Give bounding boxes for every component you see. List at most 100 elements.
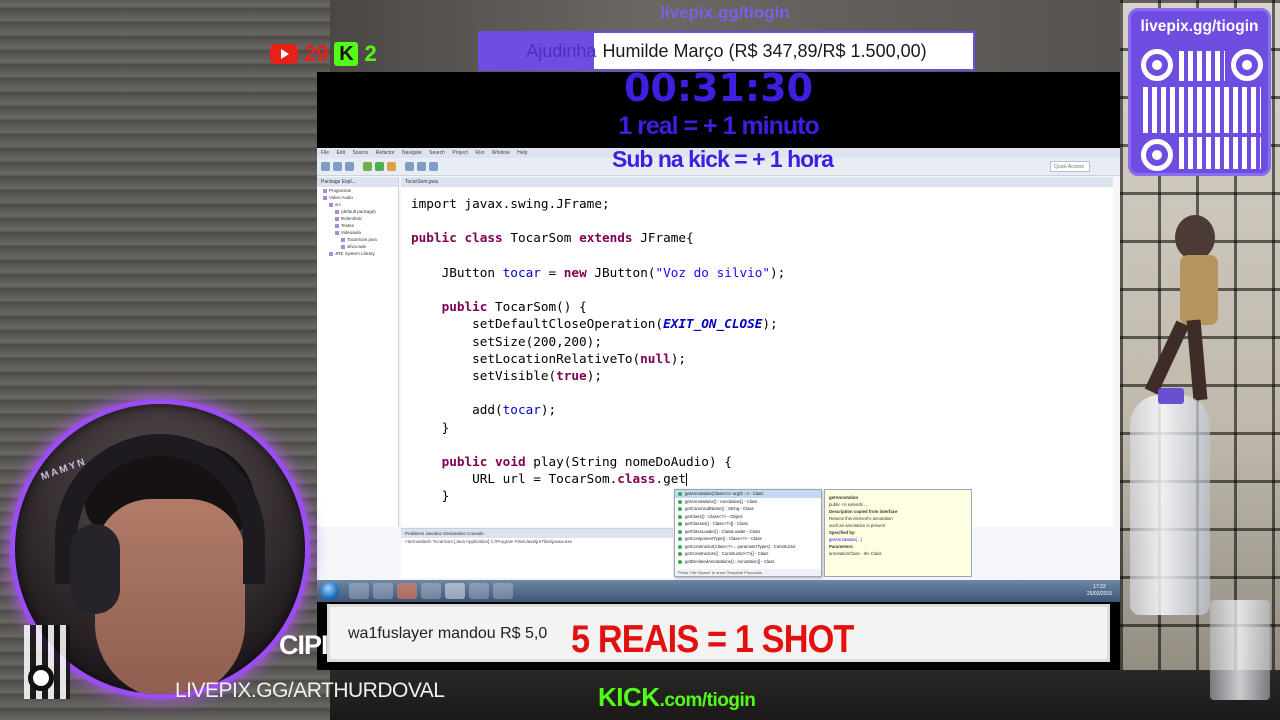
kick-url-suffix: .com/tiogin <box>659 690 756 711</box>
tree-item[interactable]: silvio.wav <box>317 243 398 250</box>
goal-label: Ajudinha <box>526 40 597 61</box>
media-taskbar-icon[interactable] <box>373 583 393 599</box>
kick-viewer-count: 2 <box>364 41 377 66</box>
menu-item[interactable]: Window <box>492 150 510 156</box>
autocomplete-item[interactable]: getConstructors() : Constructor<?>[] - C… <box>675 550 821 558</box>
autocomplete-item[interactable]: getDeclaredAnnotations() : Annotation[] … <box>675 558 821 566</box>
menu-item[interactable]: Help <box>517 150 527 156</box>
library-icon <box>329 251 333 256</box>
folder-icon <box>329 202 333 207</box>
autocomplete-footer: Press 'Ctrl+Space' to show Template Prop… <box>675 569 821 576</box>
tree-item[interactable]: src <box>317 201 398 208</box>
code-line: public class TocarSom extends JFrame{ <box>411 230 694 246</box>
shot-rule-text: 5 REAIS = 1 SHOT <box>571 618 854 661</box>
open-type-icon[interactable] <box>417 162 426 171</box>
autocomplete-item[interactable]: getAnnotations() : Annotation[] - Class <box>675 498 821 506</box>
system-clock[interactable]: 17:22 25/03/2015 <box>1087 584 1112 598</box>
app-taskbar-icon[interactable] <box>493 583 513 599</box>
project-icon <box>323 188 327 193</box>
package-icon <box>335 230 339 235</box>
text-cursor <box>686 473 688 487</box>
menu-item[interactable]: File <box>321 150 329 156</box>
eclipse-taskbar-icon[interactable] <box>445 583 465 599</box>
donation-goal-text: Ajudinha Humilde Março (R$ 347,89/R$ 1.5… <box>480 33 973 69</box>
javadoc-line: Parameters: <box>829 544 854 549</box>
tree-item-label: JRE System Library <box>335 251 375 256</box>
autocomplete-item[interactable]: getClassLoader() : ClassLoader - Class <box>675 528 821 536</box>
start-button[interactable] <box>321 582 339 600</box>
print-icon[interactable] <box>345 162 354 171</box>
external-tools-icon[interactable] <box>387 162 396 171</box>
editor-tab[interactable]: TocarSom.java <box>401 177 1113 187</box>
eclipse-ide-window: File Edit Source Refactor Navigate Searc… <box>317 148 1120 602</box>
timer-rule-sub: Sub na kick = + 1 hora <box>612 146 834 172</box>
tree-item[interactable]: Video Audio <box>317 194 398 201</box>
search-icon[interactable] <box>429 162 438 171</box>
tree-item[interactable]: Programas <box>317 187 398 194</box>
qr-modules <box>1143 87 1261 133</box>
tree-item-label: Videoaula <box>341 230 361 235</box>
menu-item[interactable]: Navigate <box>402 150 422 156</box>
clock-time: 17:22 <box>1093 584 1106 590</box>
anime-figure-body <box>1180 255 1218 325</box>
tree-item[interactable]: TocarSom.java <box>317 236 398 243</box>
autocomplete-item[interactable]: getComponentType() : Class<?> - Class <box>675 535 821 543</box>
qr-finder-pattern <box>1141 49 1173 81</box>
youtube-viewer-count: 29 <box>304 41 329 66</box>
tree-item[interactable]: JRE System Library <box>317 250 398 257</box>
chrome-taskbar-icon[interactable] <box>397 583 417 599</box>
code-editor[interactable]: TocarSom.java import javax.swing.JFrame;… <box>401 177 1113 527</box>
autocomplete-item[interactable]: getCanonicalName() : String - Class <box>675 505 821 513</box>
app-taskbar-icon[interactable] <box>469 583 489 599</box>
youtube-icon <box>270 44 298 64</box>
debug-icon[interactable] <box>363 162 372 171</box>
tree-item[interactable]: Testes <box>317 222 398 229</box>
goal-description: Humilde Março (R$ 347,89/R$ 1.500,00) <box>602 40 927 61</box>
source-code[interactable]: import javax.swing.JFrame; public class … <box>411 195 785 505</box>
tree-item[interactable]: (default package) <box>317 208 398 215</box>
autocomplete-item[interactable]: getClasses() : Class<?>[] - Class <box>675 520 821 528</box>
autocomplete-item[interactable]: getConstructor(Class<?>... parameterType… <box>675 543 821 551</box>
tree-item-label: Programas <box>329 188 352 193</box>
package-explorer-tab[interactable]: Package Expl... <box>317 177 398 187</box>
package-icon <box>335 223 339 228</box>
menu-item[interactable]: Source <box>352 150 368 156</box>
viewer-counters: 29 K 2 <box>270 40 377 68</box>
package-icon <box>335 209 339 214</box>
explorer-taskbar-icon[interactable] <box>349 583 369 599</box>
menu-item[interactable]: Project <box>452 150 468 156</box>
tree-item-label: Relembrar <box>341 216 363 221</box>
menu-item[interactable]: Search <box>429 150 445 156</box>
new-icon[interactable] <box>321 162 330 171</box>
console-tabs[interactable]: Problems Javadoc Declaration Console <box>401 529 673 538</box>
code-line: public void play(String nomeDoAudio) { <box>441 454 732 470</box>
menu-item[interactable]: Refactor <box>376 150 395 156</box>
tree-item[interactable]: Videoaula <box>317 229 398 236</box>
project-icon <box>323 195 327 200</box>
javadoc-line: getAnnotation <box>829 495 859 500</box>
save-icon[interactable] <box>333 162 342 171</box>
autocomplete-item[interactable]: getAnnotation(Class<A> arg0) : A - Class <box>675 490 821 498</box>
javadoc-line: such an annotation is present <box>829 523 886 528</box>
code-line: public TocarSom() { <box>441 299 587 315</box>
tree-item-label: Testes <box>341 223 355 228</box>
livepix-link-top: livepix.gg/tiogin <box>660 3 790 22</box>
new-class-icon[interactable] <box>405 162 414 171</box>
tree-item-label: silvio.wav <box>347 244 367 249</box>
run-icon[interactable] <box>375 162 384 171</box>
tree-item[interactable]: Relembrar <box>317 215 398 222</box>
small-qr-finder <box>28 665 54 691</box>
console-output: <terminated> TocarSom [Java Application]… <box>405 539 572 544</box>
kick-logo-text: KICK <box>598 682 660 712</box>
quick-access-input[interactable]: Quick Access <box>1050 161 1090 172</box>
qr-modules <box>1179 51 1225 81</box>
menu-item[interactable]: Edit <box>336 150 345 156</box>
package-icon <box>335 216 339 221</box>
autocomplete-item[interactable]: getClass() : Class<?> - Object <box>675 513 821 521</box>
menu-item[interactable]: Run <box>475 150 484 156</box>
app-taskbar-icon[interactable] <box>421 583 441 599</box>
